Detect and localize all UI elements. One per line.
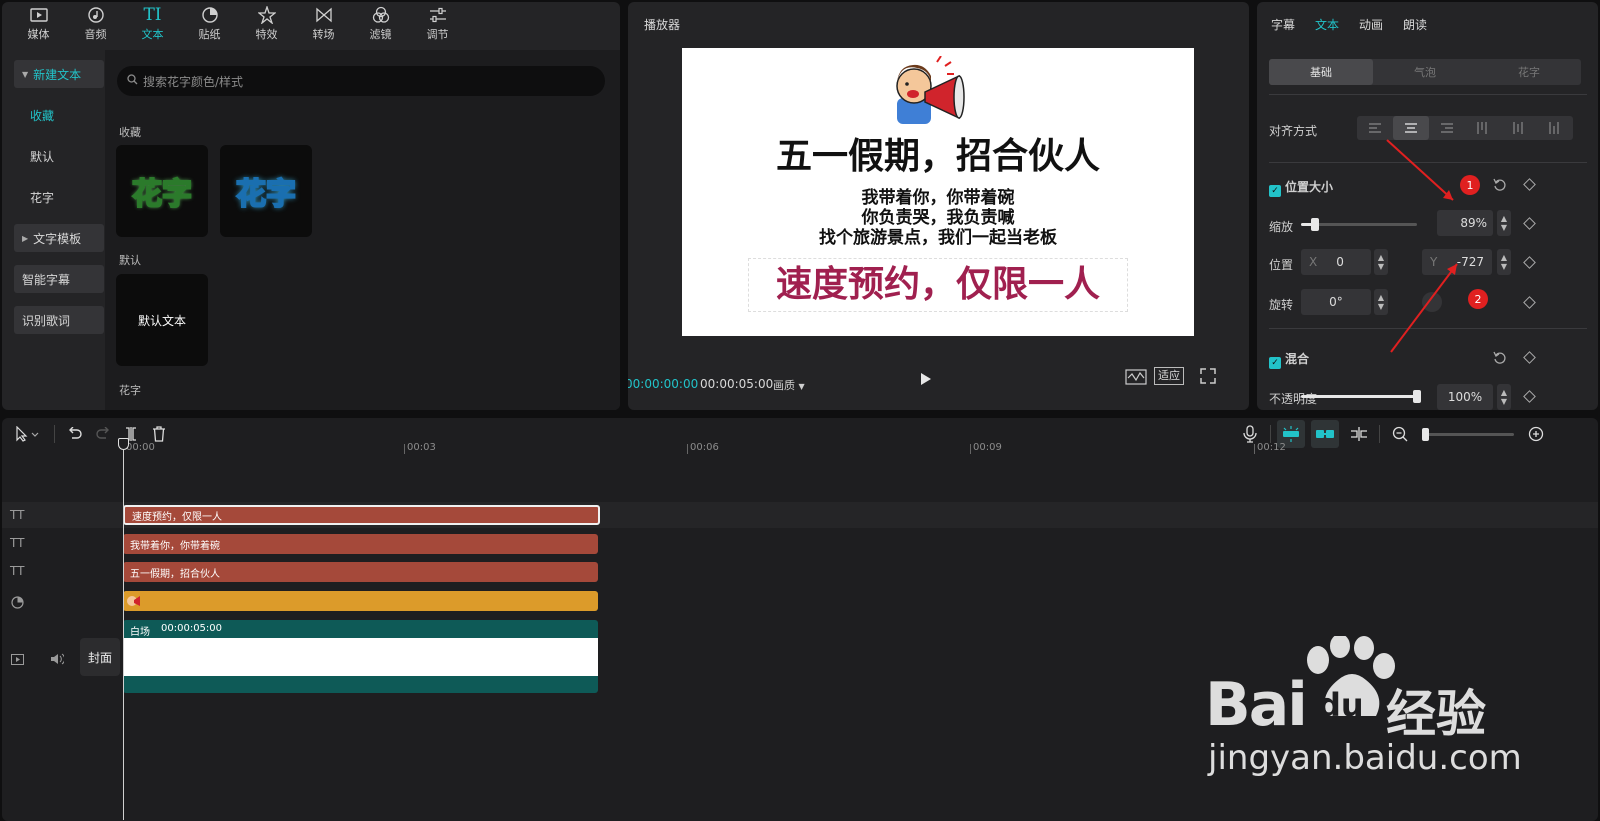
media-icon [28, 5, 50, 25]
tab-text[interactable]: TI 文本 [124, 2, 181, 44]
sticker-track-icon [11, 594, 24, 613]
ruler-label: 00:06 [690, 442, 719, 453]
video-clip-duration: 00:00:05:00 [161, 623, 223, 634]
ruler-label: 00:03 [407, 442, 436, 453]
tab-adjust[interactable]: 调节 [409, 2, 466, 44]
playhead[interactable] [118, 438, 129, 820]
total-time: 00:00:05:00 [700, 377, 774, 391]
watermark-brand-cn: 经验 [1386, 685, 1486, 743]
tab-media[interactable]: 媒体 [10, 2, 67, 44]
text-icon: TI [143, 4, 162, 25]
text-clip-cta[interactable]: 速度预约，仅限一人 [123, 505, 600, 525]
undo-icon [69, 427, 82, 439]
player-title: 播放器 [644, 18, 681, 32]
tab-transition[interactable]: 转场 [295, 2, 352, 44]
play-icon [921, 373, 931, 385]
sidebar-item-new-text[interactable]: ▼ 新建文本 [14, 60, 104, 88]
quality-dropdown[interactable]: 画质 ▼ [773, 377, 805, 393]
sidebar-item-default[interactable]: 默认 [14, 142, 104, 170]
properties-panel: 字幕 文本 动画 朗读 基础 气泡 花字 对齐方式 ✓ 位置大小 1 缩放 89%… [1257, 2, 1598, 410]
sidebar-item-smart-caption[interactable]: 智能字幕 [14, 265, 104, 293]
search-input[interactable]: 搜索花字颜色/样式 [117, 66, 605, 96]
sidebar-item-template[interactable]: ▶ 文字模板 [14, 224, 104, 252]
video-clip[interactable]: 白场 00:00:05:00 [123, 620, 598, 693]
caret-down-icon: ▼ [798, 382, 805, 391]
canvas-line-1: 我带着你，你带着碗 [861, 188, 1015, 208]
preview-axis-icon [1351, 427, 1367, 441]
triangle-down-icon: ▼ [22, 69, 29, 79]
undo-button[interactable] [61, 420, 89, 448]
canvas-line-2: 你负责哭，我负责喊 [861, 208, 1015, 228]
cursor-arrow-icon [16, 426, 39, 442]
sticker-icon [199, 5, 221, 25]
section-favorites-label: 收藏 [119, 126, 141, 139]
select-tool-button[interactable] [8, 420, 48, 448]
fancy-text-thumb-green[interactable]: 花字 [116, 145, 208, 237]
effects-icon [256, 5, 278, 25]
text-track-icon: TT [10, 508, 25, 522]
section-default-label: 默认 [119, 254, 141, 267]
tab-audio[interactable]: 音频 [67, 2, 124, 44]
watermark-brand: Bai [1205, 670, 1308, 740]
play-button[interactable] [914, 368, 936, 390]
link-icon [1316, 430, 1334, 438]
current-time: 00:00:00:00 [628, 377, 699, 391]
tab-filter[interactable]: 滤镜 [352, 2, 409, 44]
cover-button[interactable]: 封面 [80, 638, 120, 676]
sidebar-item-lyrics[interactable]: 识别歌词 [14, 306, 104, 334]
megaphone-sticker [887, 55, 977, 136]
media-tabs: 媒体 音频 TI 文本 贴纸 特效 转场 滤镜 调节 [2, 2, 620, 44]
timeline-panel: 00:00 00:03 00:06 00:09 00:12 TT TT TT 封… [2, 418, 1598, 821]
annotation-arrows [1386, 139, 1458, 353]
mute-track-button[interactable] [50, 650, 66, 669]
speaker-icon [51, 653, 66, 665]
megaphone-sticker-thumb [127, 596, 140, 606]
default-text-thumb[interactable]: 默认文本 [116, 274, 208, 366]
fit-button[interactable]: 适应 [1154, 367, 1184, 385]
preview-canvas[interactable]: 五一假期，招合伙人 我带着你，你带着碗 你负责哭，我负责喊 找个旅游景点，我们一… [682, 48, 1194, 336]
ruler-label: 00:09 [973, 442, 1002, 453]
watermark-brand-du: du [1318, 686, 1364, 724]
zoom-slider-knob[interactable] [1422, 427, 1429, 441]
ruler-label: 00:00 [126, 442, 155, 453]
audio-icon [85, 5, 107, 25]
text-sidebar: ▼ 新建文本 收藏 默认 花字 ▶ 文字模板 智能字幕 识别歌词 [14, 60, 104, 347]
sidebar-item-fancy[interactable]: 花字 [14, 183, 104, 211]
text-track-icon: TT [10, 536, 25, 550]
redo-button[interactable] [89, 420, 117, 448]
divider [54, 425, 55, 443]
tab-effects[interactable]: 特效 [238, 2, 295, 44]
canvas-cta: 速度预约，仅限一人 [748, 258, 1128, 312]
text-clip-headline[interactable]: 五一假期，招合伙人 [123, 562, 598, 582]
text-clip-line1[interactable]: 我带着你，你带着碗 [123, 534, 598, 554]
video-track-icon [11, 650, 24, 669]
adjust-icon [427, 5, 449, 25]
fancy-text-thumb-blue[interactable]: 花字 [220, 145, 312, 237]
fullscreen-icon [1200, 368, 1216, 384]
time-ruler[interactable]: 00:00 00:03 00:06 00:09 00:12 [120, 440, 1598, 458]
search-icon [127, 74, 138, 88]
transition-icon [313, 5, 335, 25]
ruler-label: 00:12 [1257, 442, 1286, 453]
section-fancy-label: 花字 [119, 384, 141, 397]
player-panel: 播放器 五一假期，招合伙人 我带着你，你带着碗 你负责哭，我负责喊 找个旅游景点… [628, 2, 1249, 410]
video-clip-label: 白场 [130, 627, 150, 638]
filter-icon [370, 5, 392, 25]
waveform-button[interactable] [1125, 368, 1147, 386]
waveform-icon [1125, 369, 1147, 385]
tab-sticker[interactable]: 贴纸 [181, 2, 238, 44]
text-library: 搜索花字颜色/样式 收藏 花字 花字 默认 默认文本 花字 [105, 50, 620, 410]
zoom-slider[interactable] [1422, 427, 1514, 441]
fullscreen-button[interactable] [1198, 366, 1218, 386]
triangle-right-icon: ▶ [22, 233, 29, 243]
video-clip-thumbnail [123, 638, 598, 676]
text-track-icon: TT [10, 564, 25, 578]
media-panel: 媒体 音频 TI 文本 贴纸 特效 转场 滤镜 调节 ▼ 新建文本 收藏 默认 … [2, 2, 620, 410]
canvas-headline: 五一假期，招合伙人 [775, 136, 1100, 177]
redo-icon [96, 427, 109, 439]
watermark-url: jingyan.baidu.com [1208, 738, 1522, 778]
canvas-line-3: 找个旅游景点，我们一起当老板 [819, 228, 1057, 248]
sidebar-item-favorites[interactable]: 收藏 [14, 101, 104, 129]
sticker-clip[interactable] [123, 591, 598, 611]
